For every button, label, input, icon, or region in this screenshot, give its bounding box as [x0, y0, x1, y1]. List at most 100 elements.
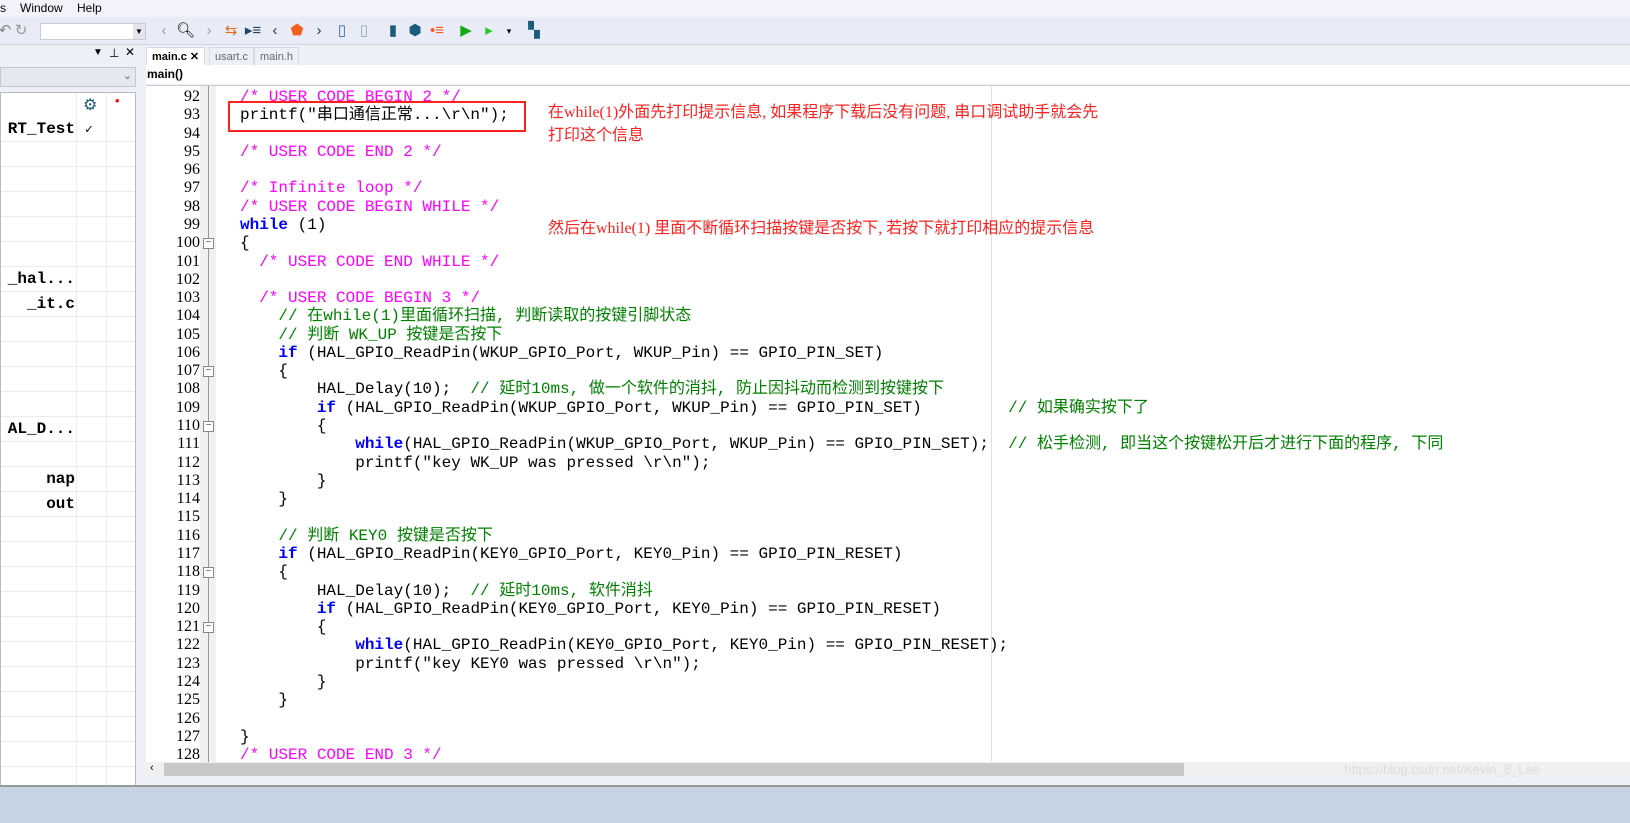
fold-toggle-icon[interactable]: −: [203, 622, 214, 634]
dropdown-icon[interactable]: ▾: [500, 22, 518, 40]
tab-main-c[interactable]: main.c ✕: [146, 47, 206, 65]
tree-item[interactable]: [1, 167, 135, 192]
tree-item[interactable]: [1, 317, 135, 342]
tree-item[interactable]: [1, 567, 135, 592]
pin-icon[interactable]: ⊥: [109, 46, 119, 60]
tab-main-h[interactable]: main.h: [254, 47, 300, 65]
tree-item[interactable]: _hal...: [1, 267, 135, 292]
tree-item[interactable]: [1, 592, 135, 617]
keyword: if: [316, 599, 337, 618]
code-line[interactable]: HAL_Delay(10); // 延时10ms, 做一个软件的消抖, 防止因抖…: [240, 380, 944, 398]
code-line[interactable]: /* Infinite loop */: [240, 179, 422, 197]
tree-item[interactable]: [1, 742, 135, 767]
indent-icon[interactable]: ▸≡: [244, 22, 262, 40]
code-line[interactable]: /* USER CODE END WHILE */: [240, 253, 499, 271]
menu-help[interactable]: Help: [77, 1, 102, 15]
prev-icon[interactable]: ‹: [266, 22, 284, 40]
swap-icon[interactable]: ⇆: [222, 22, 240, 40]
code-line[interactable]: while (1): [240, 216, 326, 234]
tree-item[interactable]: _it.c: [1, 292, 135, 317]
scrollbar-thumb[interactable]: [164, 763, 1184, 776]
bookmark-icon[interactable]: ⬟: [288, 22, 306, 40]
code-line[interactable]: while(HAL_GPIO_ReadPin(WKUP_GPIO_Port, W…: [240, 435, 1443, 453]
code-line[interactable]: // 在while(1)里面循环扫描, 判断读取的按键引脚状态: [240, 307, 691, 325]
breakpoint-icon[interactable]: •≡: [428, 22, 446, 40]
function-bar[interactable]: main(): [146, 65, 1630, 84]
tree-item[interactable]: [1, 392, 135, 417]
code-line[interactable]: // 判断 KEY0 按键是否按下: [240, 527, 492, 545]
code-line[interactable]: if (HAL_GPIO_ReadPin(WKUP_GPIO_Port, WKU…: [240, 344, 883, 362]
tree-item[interactable]: nap: [1, 467, 135, 492]
tree-item[interactable]: [1, 692, 135, 717]
tree-item[interactable]: [1, 617, 135, 642]
tree-item[interactable]: [1, 717, 135, 742]
code-line[interactable]: // 判断 WK_UP 按键是否按下: [240, 326, 502, 344]
tree-item[interactable]: [1, 242, 135, 267]
code-line[interactable]: if (HAL_GPIO_ReadPin(WKUP_GPIO_Port, WKU…: [240, 399, 1149, 417]
tree-item[interactable]: AL_D...: [1, 417, 135, 442]
code-line[interactable]: printf("key KEY0 was pressed \r\n");: [240, 655, 701, 673]
code-line[interactable]: {: [240, 234, 250, 252]
download-hex-icon[interactable]: ⬢: [406, 22, 424, 40]
code-line[interactable]: {: [240, 618, 327, 636]
code-line[interactable]: /* USER CODE END 2 */: [240, 143, 442, 161]
tree-item[interactable]: [1, 542, 135, 567]
scroll-left-icon[interactable]: ‹: [150, 762, 154, 774]
code-line[interactable]: {: [240, 362, 288, 380]
run-icon[interactable]: ▶: [457, 22, 475, 40]
fold-toggle-icon[interactable]: −: [203, 421, 214, 433]
code-line[interactable]: printf("key WK_UP was pressed \r\n");: [240, 454, 710, 472]
code-line[interactable]: }: [240, 673, 327, 691]
nav-back-icon[interactable]: ‹: [155, 22, 173, 40]
code-line[interactable]: }: [240, 728, 250, 746]
debug-icon[interactable]: ▸: [480, 22, 498, 40]
menu-tools[interactable]: s: [0, 1, 6, 15]
menu-window[interactable]: Window: [20, 1, 63, 15]
redo-icon[interactable]: ↻: [12, 22, 30, 40]
code-editor[interactable]: 92/* USER CODE BEGIN 2 */93 printf("串口通信正…: [146, 85, 1630, 762]
prev-bookmark-icon[interactable]: ▯: [333, 22, 351, 40]
code-line[interactable]: if (HAL_GPIO_ReadPin(KEY0_GPIO_Port, KEY…: [240, 545, 902, 563]
fold-toggle-icon[interactable]: −: [203, 567, 214, 579]
code-line[interactable]: if (HAL_GPIO_ReadPin(KEY0_GPIO_Port, KEY…: [240, 600, 941, 618]
code-line[interactable]: /* USER CODE END 3 */: [240, 746, 442, 762]
horizontal-scrollbar[interactable]: ‹ https://blog.csdn.net/Kevin_8_Lee: [146, 762, 1630, 777]
gear-icon[interactable]: ⚙: [83, 95, 97, 115]
close-icon[interactable]: ✕: [125, 45, 135, 59]
window-layout-icon[interactable]: ▚: [525, 22, 543, 40]
close-icon[interactable]: ✕: [190, 51, 199, 63]
tree-item[interactable]: out: [1, 492, 135, 517]
code-line[interactable]: while(HAL_GPIO_ReadPin(KEY0_GPIO_Port, K…: [240, 636, 1008, 654]
panel-menu-icon[interactable]: ▼: [93, 47, 103, 58]
tree-item[interactable]: [1, 342, 135, 367]
find-icon[interactable]: 🔍︎: [176, 22, 195, 40]
tab-usart-c[interactable]: usart.c: [209, 47, 255, 65]
search-combo[interactable]: ▼: [40, 23, 146, 40]
download-icon[interactable]: ▮: [384, 22, 402, 40]
next-icon[interactable]: ›: [310, 22, 328, 40]
tree-item[interactable]: [1, 142, 135, 167]
tree-item[interactable]: [1, 642, 135, 667]
tree-item[interactable]: [1, 517, 135, 542]
line-number: 119: [176, 581, 200, 599]
fold-toggle-icon[interactable]: −: [203, 366, 214, 378]
tree-item[interactable]: [1, 217, 135, 242]
nav-forward-icon[interactable]: ›: [200, 22, 218, 40]
tree-item[interactable]: [1, 442, 135, 467]
code-line[interactable]: }: [240, 472, 327, 490]
code-line[interactable]: }: [240, 691, 288, 709]
tree-item[interactable]: [1, 667, 135, 692]
chevron-down-icon[interactable]: ▼: [133, 24, 145, 39]
fold-toggle-icon[interactable]: −: [203, 238, 214, 250]
code-line[interactable]: /* USER CODE BEGIN 3 */: [240, 289, 480, 307]
tree-item[interactable]: [1, 192, 135, 217]
code-line[interactable]: /* USER CODE BEGIN WHILE */: [240, 198, 499, 216]
code-line[interactable]: HAL_Delay(10); // 延时10ms, 软件消抖: [240, 582, 653, 600]
tree-item[interactable]: [1, 367, 135, 392]
code-line[interactable]: }: [240, 490, 288, 508]
code-line[interactable]: {: [240, 563, 288, 581]
next-bookmark-icon[interactable]: ▯: [355, 22, 373, 40]
code-line[interactable]: {: [240, 417, 327, 435]
tree-item[interactable]: RT_Test ✓: [1, 117, 135, 142]
project-selector[interactable]: ⌄: [0, 67, 136, 87]
